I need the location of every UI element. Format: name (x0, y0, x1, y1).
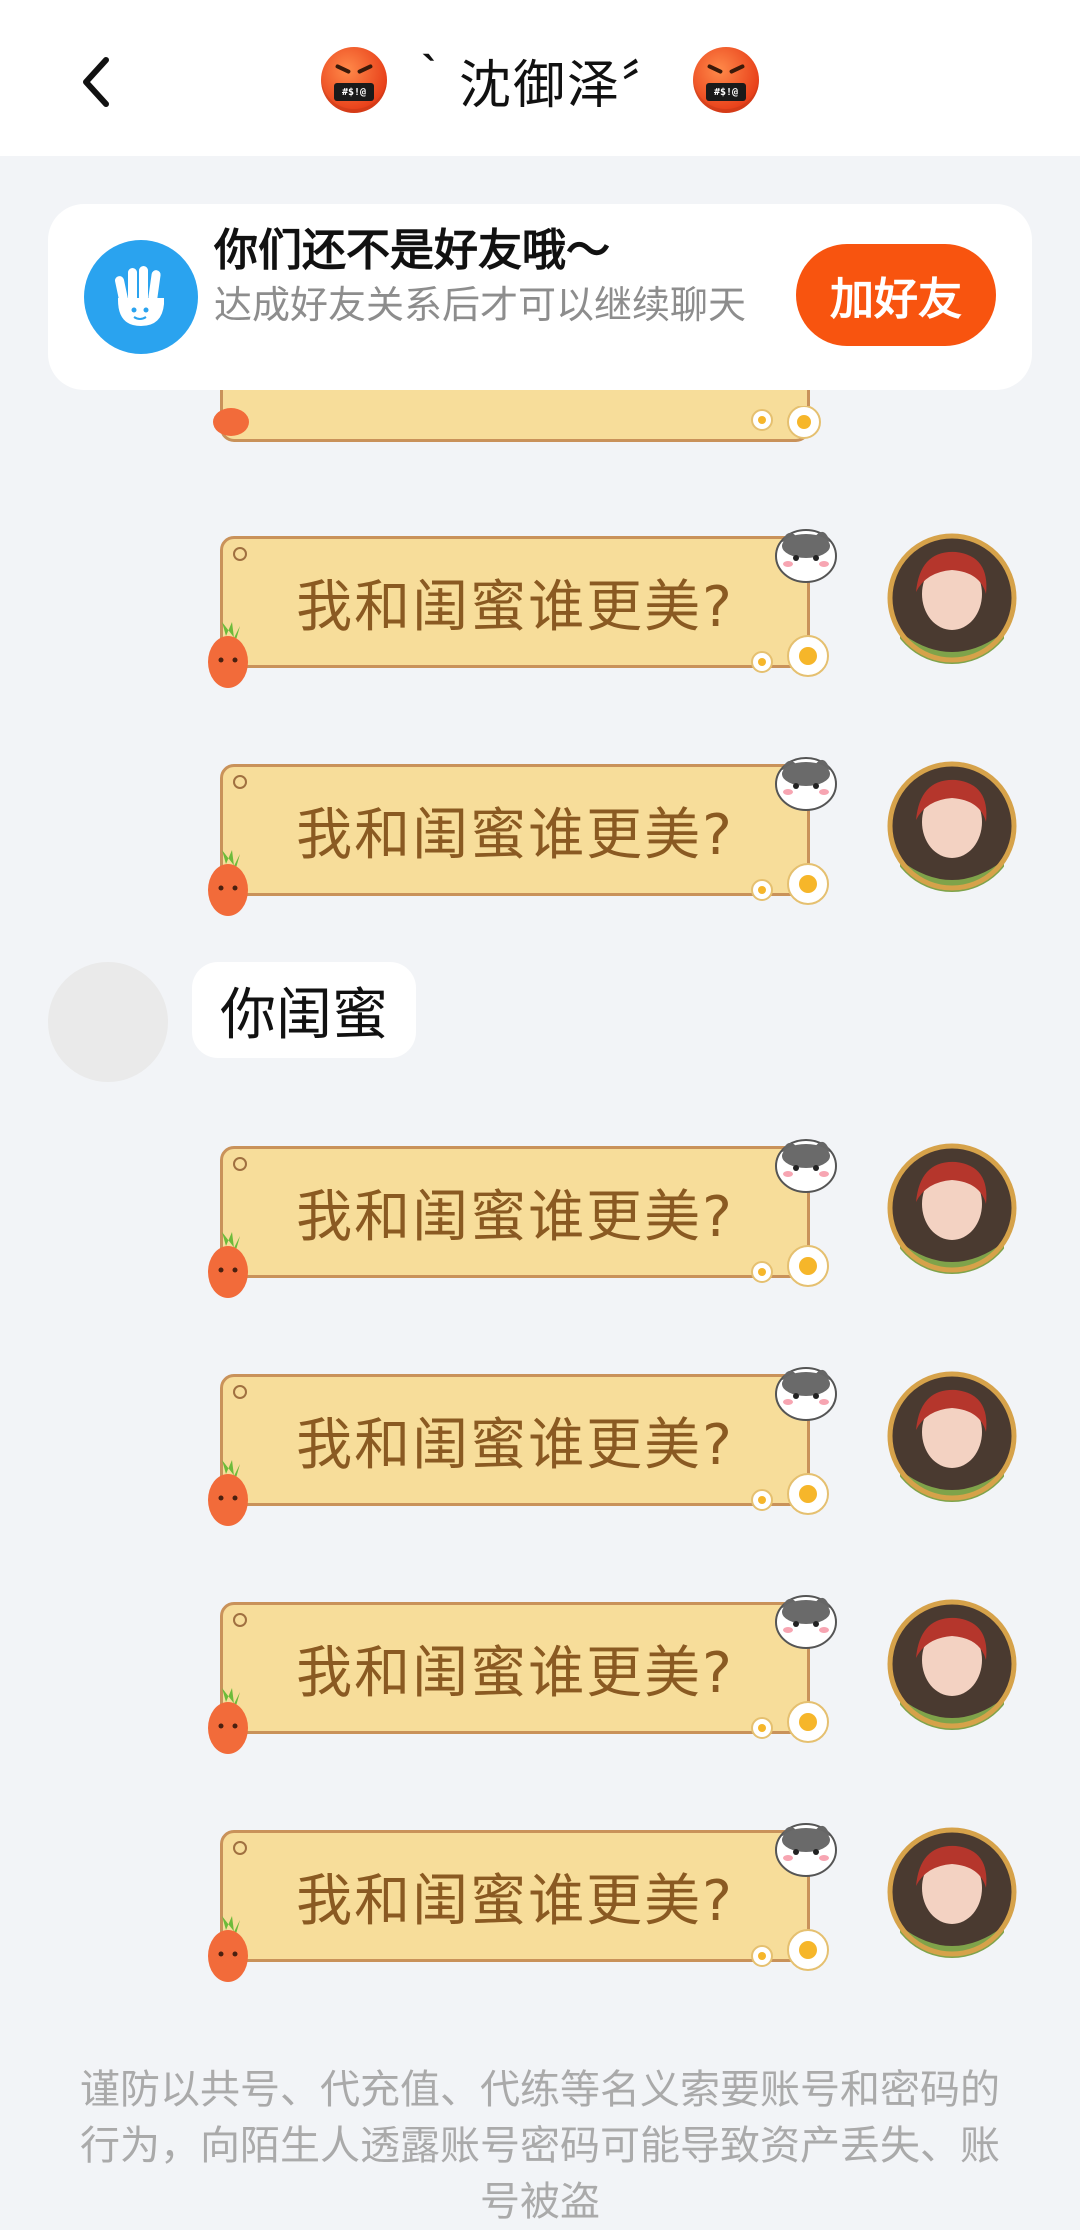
egg-icon (751, 863, 829, 905)
contact-name: ｀沈御泽〞 (404, 55, 675, 116)
cat-sticker-icon (775, 529, 837, 583)
message-bubble[interactable]: 你闺蜜 (192, 962, 416, 1058)
quiz-card[interactable]: 我和闺蜜谁更美? (220, 1146, 810, 1278)
egg-icon (751, 1473, 829, 1515)
quiz-card[interactable]: 我和闺蜜谁更美? (220, 1602, 810, 1734)
message-text: 你闺蜜 (220, 982, 388, 1048)
egg-icon (751, 1701, 829, 1743)
not-friends-banner: 你们还不是好友哦～ 达成好友关系后才可以继续聊天 加好友 (48, 204, 1032, 390)
self-avatar[interactable] (886, 1598, 1018, 1730)
security-warning: 谨防以共号、代充值、代练等名义索要账号和密码的行为，向陌生人透露账号密码可能导致… (80, 2067, 1000, 2225)
carrot-icon (208, 1460, 248, 1526)
egg-icon (751, 406, 821, 439)
banner-subtitle: 达成好友关系后才可以继续聊天 (214, 283, 747, 327)
message-row: 我和闺蜜谁更美? (0, 516, 1080, 696)
chat-title: #$!@ ｀沈御泽〞 #$!@ (0, 40, 1080, 120)
chat-header: #$!@ ｀沈御泽〞 #$!@ (0, 0, 1080, 156)
self-avatar[interactable] (886, 1826, 1018, 1958)
cat-sticker-icon (775, 1367, 837, 1421)
quiz-card-text: 我和闺蜜谁更美? (296, 1412, 734, 1478)
egg-icon (751, 1929, 829, 1971)
self-avatar[interactable] (886, 1370, 1018, 1502)
carrot-icon (213, 408, 249, 436)
message-row: 我和闺蜜谁更美? (0, 744, 1080, 924)
hand-wave-icon (84, 240, 198, 354)
quiz-card-text: 我和闺蜜谁更美? (296, 1184, 734, 1250)
cat-sticker-icon (775, 1595, 837, 1649)
quiz-card[interactable]: 我和闺蜜谁更美? (220, 1374, 810, 1506)
carrot-icon (208, 850, 248, 916)
self-avatar[interactable] (886, 760, 1018, 892)
carrot-icon (208, 1232, 248, 1298)
quiz-card-text: 我和闺蜜谁更美? (296, 1868, 734, 1934)
angry-emoji-icon: #$!@ (320, 47, 387, 113)
quiz-card-text: 我和闺蜜谁更美? (296, 574, 734, 640)
message-row-partial (0, 390, 1080, 450)
quiz-card[interactable]: 我和闺蜜谁更美? (220, 1830, 810, 1962)
angry-emoji-icon: #$!@ (693, 47, 759, 113)
cat-sticker-icon (775, 1139, 837, 1193)
carrot-icon (208, 1688, 248, 1754)
contact-avatar[interactable] (48, 962, 168, 1082)
message-row: 我和闺蜜谁更美? (0, 1582, 1080, 1762)
message-row: 我和闺蜜谁更美? (0, 1810, 1080, 1990)
self-avatar[interactable] (886, 1142, 1018, 1274)
quiz-card[interactable]: 我和闺蜜谁更美? (220, 536, 810, 668)
cat-sticker-icon (775, 757, 837, 811)
quiz-card-text: 我和闺蜜谁更美? (296, 1640, 734, 1706)
message-row: 我和闺蜜谁更美? (0, 1354, 1080, 1534)
egg-icon (751, 635, 829, 677)
quiz-card[interactable]: 我和闺蜜谁更美? (220, 764, 810, 896)
quiz-card-text: 我和闺蜜谁更美? (296, 802, 734, 868)
carrot-icon (208, 1916, 248, 1982)
egg-icon (751, 1245, 829, 1287)
add-friend-button[interactable]: 加好友 (796, 244, 996, 346)
self-avatar[interactable] (886, 532, 1018, 664)
message-row: 我和闺蜜谁更美? (0, 1126, 1080, 1306)
quiz-card-partial[interactable] (220, 390, 810, 442)
banner-title: 你们还不是好友哦～ (214, 225, 610, 276)
cat-sticker-icon (775, 1823, 837, 1877)
carrot-icon (208, 622, 248, 688)
